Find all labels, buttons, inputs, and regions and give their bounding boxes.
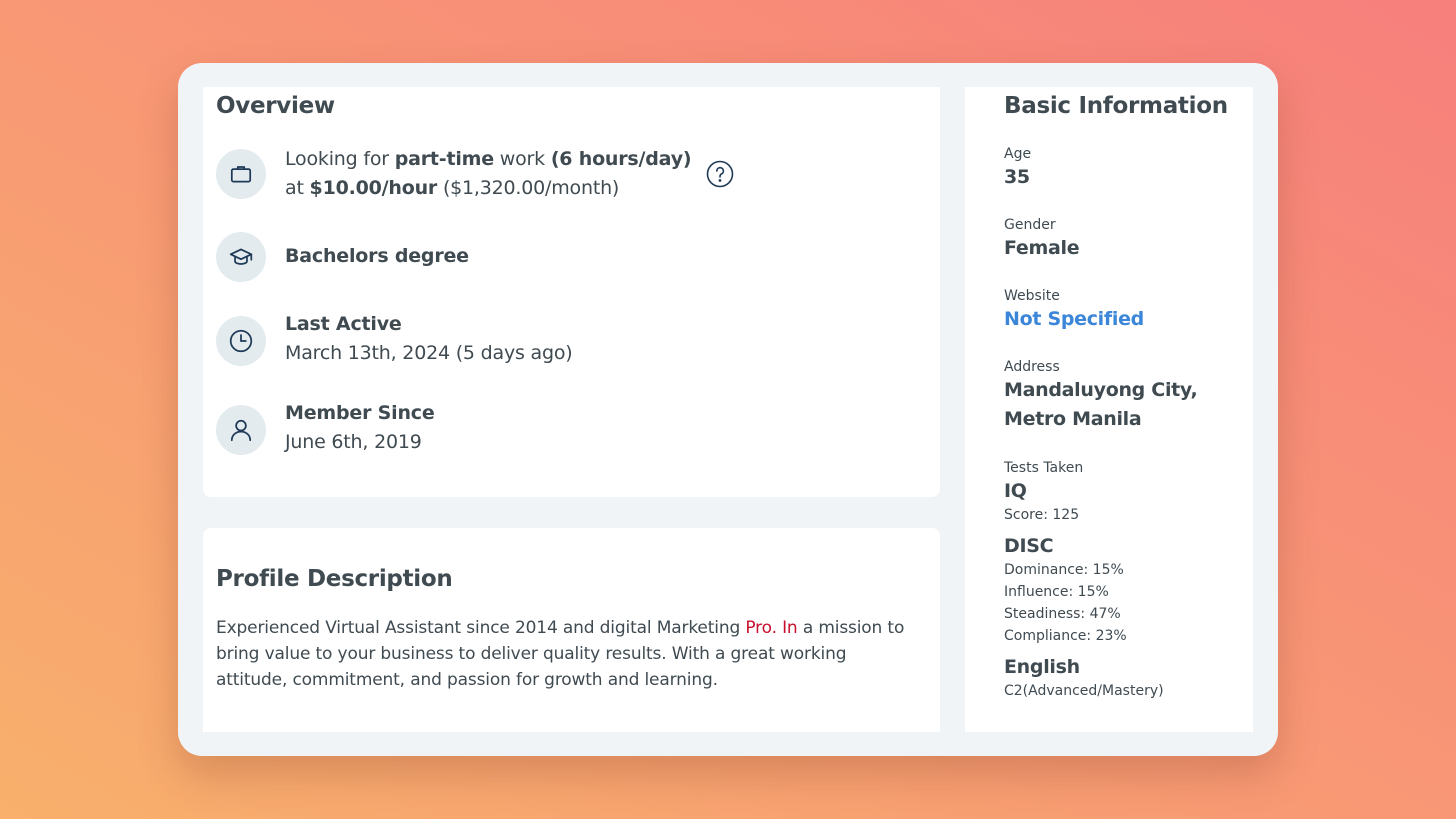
member-since-row: Member Since June 6th, 2019 (216, 402, 916, 465)
iq-test-name: IQ (1004, 480, 1027, 502)
basic-information-panel: Basic Information Age 35 Gender Female W… (965, 87, 1253, 732)
website-field: Website Not Specified (1004, 287, 1249, 334)
english-level: C2(Advanced/Mastery) (1004, 683, 1164, 699)
gender-label: Gender (1004, 217, 1056, 233)
education-row: Bachelors degree (216, 232, 916, 282)
clock-icon (229, 329, 253, 353)
english-test-name: English (1004, 656, 1080, 678)
question-circle-icon[interactable] (706, 160, 734, 188)
work-preference-text: Looking for part-time work (6 hours/day)… (285, 145, 692, 203)
briefcase-icon (230, 166, 252, 183)
profile-card: Overview Looking for part-time work (6 h… (178, 63, 1278, 756)
overview-panel: Overview Looking for part-time work (6 h… (203, 87, 940, 497)
work-type: part-time (394, 148, 494, 170)
disc-test-name: DISC (1004, 535, 1054, 557)
gender-value: Female (1004, 237, 1080, 259)
disc-steadiness: Steadiness: 47% (1004, 606, 1121, 622)
hourly-rate: $10.00/hour (309, 177, 438, 199)
address-field: Address Mandaluyong City, Metro Manila (1004, 358, 1249, 434)
last-active-label: Last Active (285, 313, 402, 335)
profile-description-panel: Profile Description Experienced Virtual … (203, 528, 940, 732)
address-label: Address (1004, 359, 1060, 375)
profile-description-text: Experienced Virtual Assistant since 2014… (216, 618, 905, 690)
website-label: Website (1004, 288, 1060, 304)
work-hours: (6 hours/day) (550, 148, 692, 170)
website-link[interactable]: Not Specified (1004, 305, 1249, 334)
gender-field: Gender Female (1004, 216, 1249, 263)
tests-taken-label: Tests Taken (1004, 460, 1084, 476)
work-text-3: at (285, 177, 304, 199)
highlighted-text: Pro. In (745, 618, 798, 638)
work-text-1: Looking for (285, 148, 389, 170)
age-field: Age 35 (1004, 145, 1249, 192)
member-since-label: Member Since (285, 402, 435, 424)
age-value: 35 (1004, 166, 1030, 188)
disc-dominance: Dominance: 15% (1004, 562, 1124, 578)
graduation-cap-icon (229, 248, 253, 265)
monthly-rate: ($1,320.00/month) (442, 177, 620, 199)
last-active-row: Last Active March 13th, 2024 (5 days ago… (216, 313, 916, 376)
last-active-text: Last Active March 13th, 2024 (5 days ago… (285, 310, 573, 368)
tests-taken-field: Tests Taken IQ Score: 125 DISC Dominance… (1004, 459, 1249, 702)
work-text-2: work (499, 148, 545, 170)
iq-score: Score: 125 (1004, 507, 1080, 523)
age-label: Age (1004, 146, 1032, 162)
briefcase-icon-circle (216, 149, 266, 199)
user-icon-circle (216, 405, 266, 455)
profile-description-title: Profile Description (216, 566, 453, 592)
education-label: Bachelors degree (285, 245, 469, 267)
disc-compliance: Compliance: 23% (1004, 628, 1127, 644)
user-icon (230, 419, 252, 442)
member-since-value: June 6th, 2019 (285, 431, 422, 453)
basic-information-title: Basic Information (1004, 93, 1228, 119)
last-active-value: March 13th, 2024 (5 days ago) (285, 342, 573, 364)
overview-title: Overview (216, 93, 335, 119)
work-preference-row: Looking for part-time work (6 hours/day)… (216, 148, 916, 209)
graduation-cap-icon-circle (216, 232, 266, 282)
member-since-text: Member Since June 6th, 2019 (285, 399, 435, 457)
clock-icon-circle (216, 316, 266, 366)
address-value: Mandaluyong City, Metro Manila (1004, 379, 1198, 430)
disc-influence: Influence: 15% (1004, 584, 1109, 600)
